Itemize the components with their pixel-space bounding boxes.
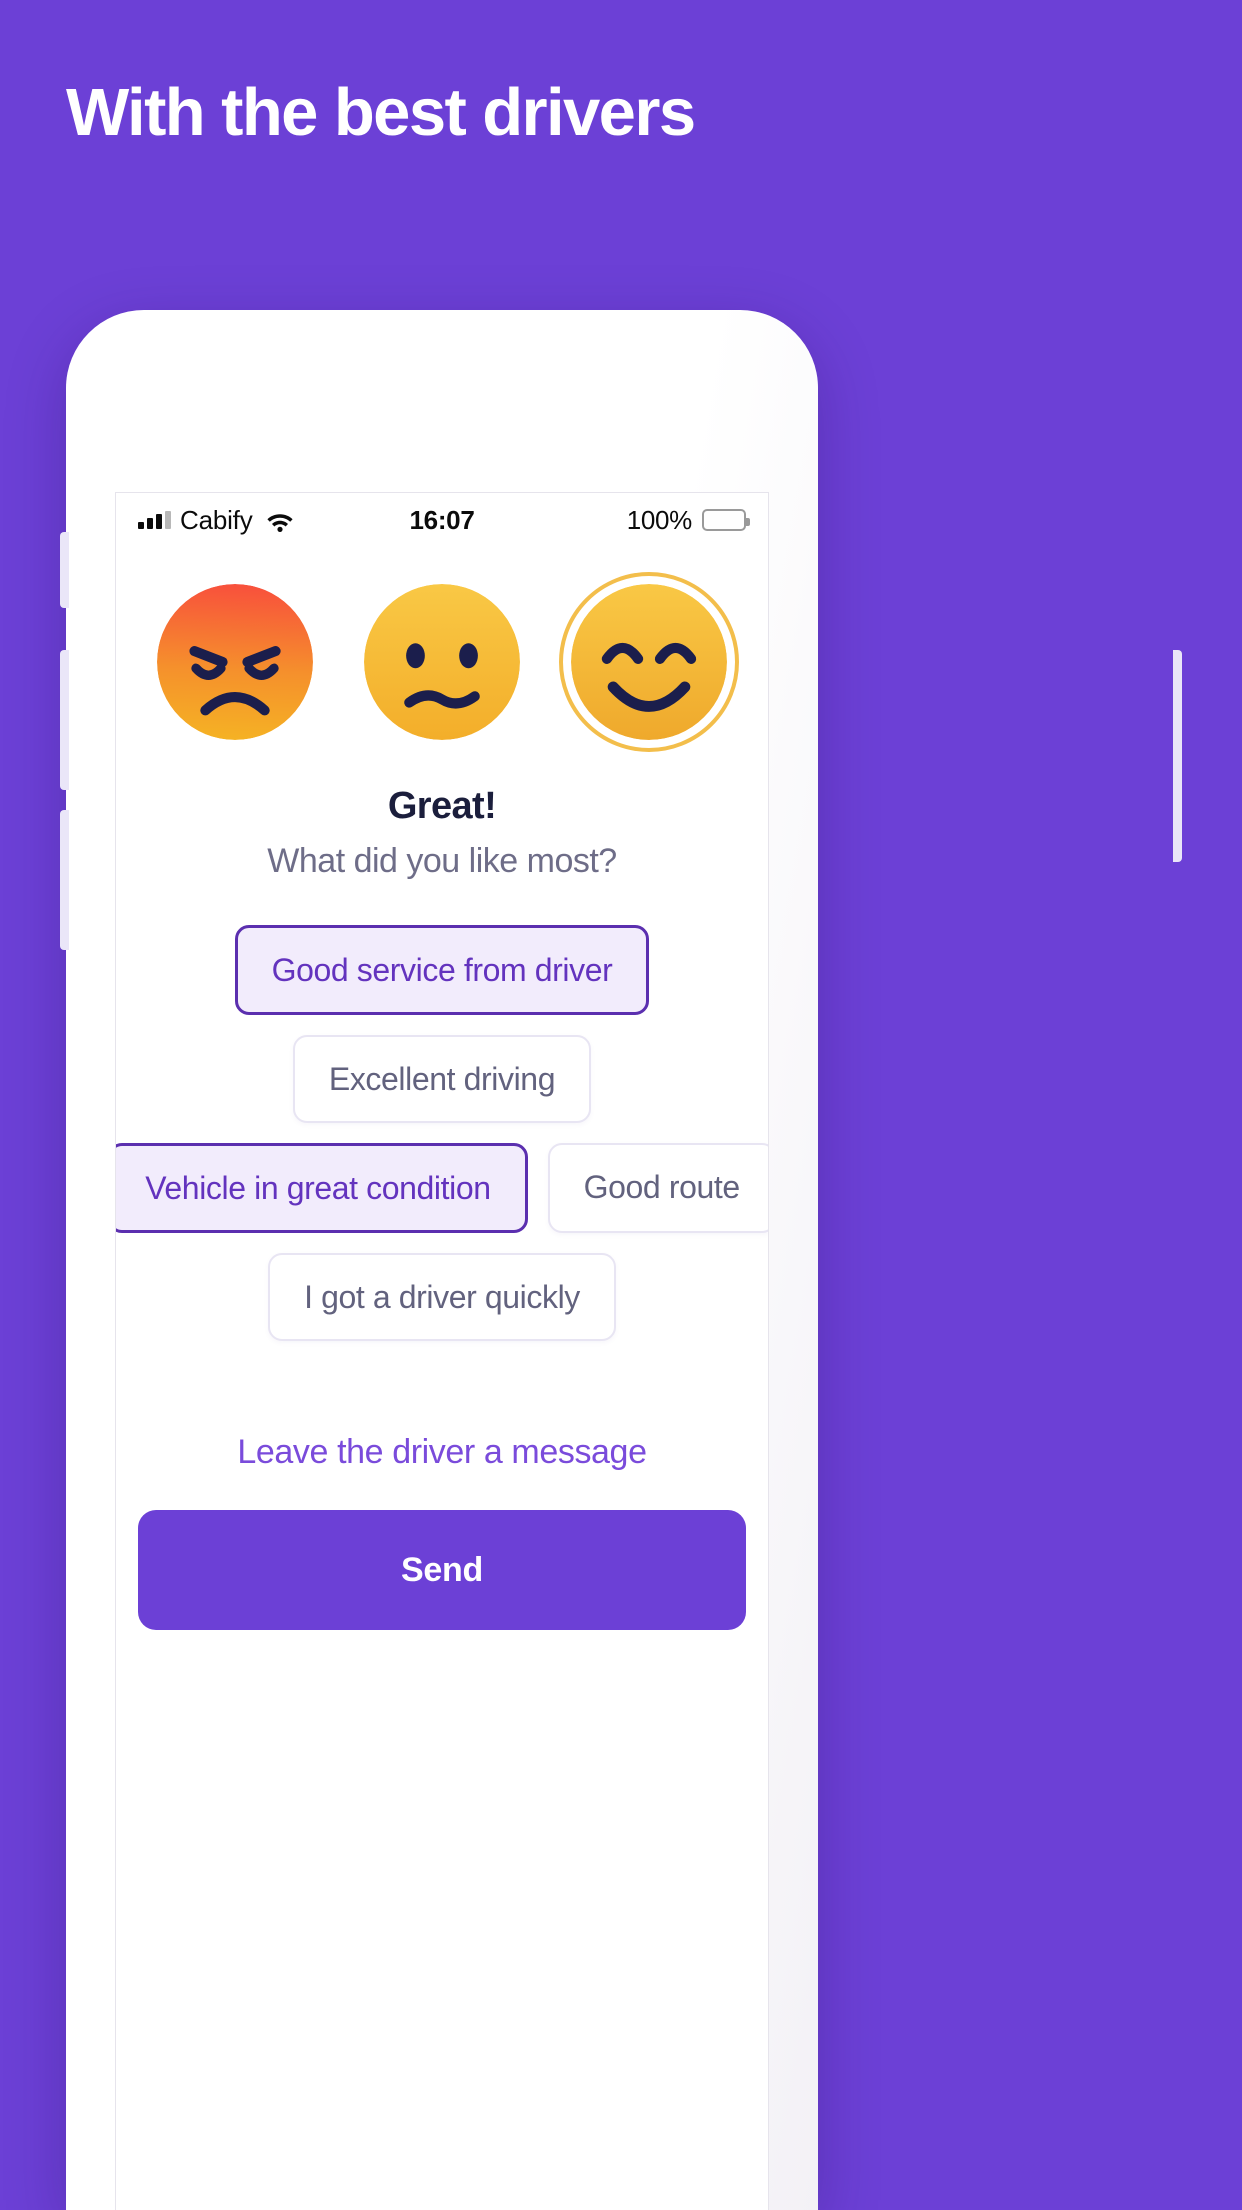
page-title: With the best drivers (66, 75, 696, 150)
feedback-chips: Good service from driver Excellent drivi… (116, 925, 768, 1341)
chip-good-service-from-driver[interactable]: Good service from driver (234, 925, 650, 1015)
feedback-title: Great! (387, 785, 497, 827)
status-bar: Cabify 16:07 100% (116, 493, 768, 547)
chip-excellent-driving[interactable]: Excellent driving (292, 1035, 592, 1123)
battery-percent-label: 100% (626, 504, 693, 535)
feedback-subtitle: What did you like most? (267, 842, 617, 880)
leave-message-link[interactable]: Leave the driver a message (116, 1433, 768, 1472)
neutral-face-icon (364, 584, 520, 740)
rating-option-neutral-face[interactable] (363, 583, 521, 741)
status-bar-left: Cabify (138, 505, 294, 536)
phone-mockup: Cabify 16:07 100% Great! What did you li… (60, 310, 1182, 2210)
volume-down-button[interactable] (60, 810, 69, 950)
rating-option-happy-face[interactable] (559, 572, 739, 752)
rating-faces (116, 547, 768, 752)
angry-face-icon (157, 584, 313, 740)
carrier-label: Cabify (180, 504, 253, 535)
chip-vehicle-in-great-condition[interactable]: Vehicle in great condition (116, 1143, 528, 1233)
rating-option-angry-face[interactable] (156, 583, 314, 741)
wifi-icon (266, 510, 294, 532)
chip-row: Excellent driving (134, 1035, 750, 1123)
status-bar-right: 100% (626, 504, 750, 536)
send-button[interactable]: Send (138, 1510, 746, 1630)
chip-row: Good service from driver (134, 925, 750, 1015)
phone-screen: Cabify 16:07 100% Great! What did you li… (115, 492, 769, 2210)
chip-i-got-a-driver-quickly[interactable]: I got a driver quickly (268, 1253, 616, 1341)
chip-row: Vehicle in great condition Good route (116, 1143, 768, 1233)
power-button[interactable] (1173, 650, 1182, 862)
signal-bars-icon (138, 511, 171, 529)
battery-full-icon (702, 509, 750, 531)
chip-good-route[interactable]: Good route (547, 1143, 768, 1233)
chip-row: I got a driver quickly (134, 1253, 750, 1341)
silent-switch-button[interactable] (60, 532, 69, 608)
selection-ring (559, 572, 739, 752)
volume-up-button[interactable] (60, 650, 69, 790)
